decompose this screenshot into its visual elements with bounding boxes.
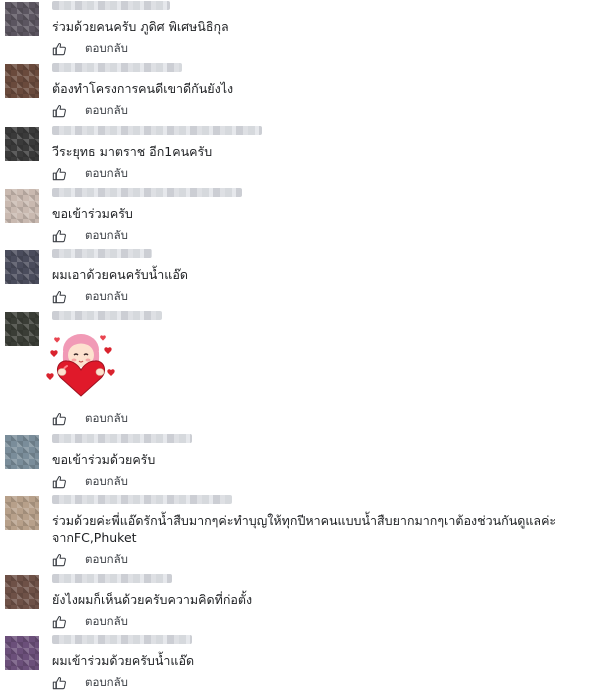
author-name-blurred[interactable] xyxy=(52,188,242,197)
comment-text: ร่วมด้วยคนครับ ภูดิศ พิเศษนิธิกุล xyxy=(52,19,229,34)
reply-link[interactable]: ตอบกลับ xyxy=(85,228,128,242)
avatar[interactable] xyxy=(5,64,39,98)
reply-link[interactable]: ตอบกลับ xyxy=(85,614,128,628)
thumbs-up-icon[interactable] xyxy=(52,614,66,629)
comment-text: ผมเอาด้วยคนครับน้ำแอ๊ด xyxy=(52,267,188,282)
thumbs-up-icon[interactable] xyxy=(52,474,66,489)
comment-text: ขอเข้าร่วมครับ xyxy=(52,206,133,221)
avatar[interactable] xyxy=(5,575,39,609)
thumbs-up-icon[interactable] xyxy=(52,166,66,181)
author-name-blurred[interactable] xyxy=(52,495,232,504)
comment-text: ร่วมด้วยค่ะพี่แอ๊ดรักน้ำสืบมากๆค่ะทำบุญใ… xyxy=(52,513,557,545)
comment-text: ผมเข้าร่วมด้วยครับน้ำแอ๊ด xyxy=(52,653,195,668)
author-name-blurred[interactable] xyxy=(52,574,172,583)
thumbs-up-icon[interactable] xyxy=(52,228,66,243)
comment-text: ต้องทำโครงการคนดีเขาดีกันยังไง xyxy=(52,81,234,96)
avatar[interactable] xyxy=(5,189,39,223)
reply-link[interactable]: ตอบกลับ xyxy=(85,103,128,117)
comment-text: ยังไงผมก็เห็นด้วยครับความคิดที่ก่อตั้ง xyxy=(52,592,253,607)
thumbs-up-icon[interactable] xyxy=(52,41,66,56)
author-name-blurred[interactable] xyxy=(52,635,192,644)
thumbs-up-icon[interactable] xyxy=(52,289,66,304)
comment-text: ขอเข้าร่วมด้วยครับ xyxy=(52,452,156,467)
thumbs-up-icon[interactable] xyxy=(52,552,66,567)
thumbs-up-icon[interactable] xyxy=(52,675,66,690)
reply-link[interactable]: ตอบกลับ xyxy=(85,166,128,180)
avatar[interactable] xyxy=(5,127,39,161)
reply-link[interactable]: ตอบกลับ xyxy=(85,41,128,55)
author-name-blurred[interactable] xyxy=(52,311,162,320)
reply-link[interactable]: ตอบกลับ xyxy=(85,675,128,689)
thumbs-up-icon[interactable] xyxy=(52,411,66,426)
avatar[interactable] xyxy=(5,636,39,670)
reply-link[interactable]: ตอบกลับ xyxy=(85,474,128,488)
author-name-blurred[interactable] xyxy=(52,434,192,443)
reply-link[interactable]: ตอบกลับ xyxy=(85,552,128,566)
avatar[interactable] xyxy=(5,312,39,346)
author-name-blurred[interactable] xyxy=(52,126,262,135)
author-name-blurred[interactable] xyxy=(52,63,182,72)
reply-link[interactable]: ตอบกลับ xyxy=(85,289,128,303)
thumbs-up-icon[interactable] xyxy=(52,103,66,118)
avatar[interactable] xyxy=(5,435,39,469)
author-name-blurred[interactable] xyxy=(52,1,170,10)
comment-text: วีระยุทธ มาตราช อีก1คนครับ xyxy=(52,144,213,159)
reply-link[interactable]: ตอบกลับ xyxy=(85,411,128,425)
avatar[interactable] xyxy=(5,496,39,530)
avatar[interactable] xyxy=(5,2,39,36)
girl-holding-heart-sticker[interactable] xyxy=(45,330,117,400)
author-name-blurred[interactable] xyxy=(52,249,152,258)
avatar[interactable] xyxy=(5,250,39,284)
